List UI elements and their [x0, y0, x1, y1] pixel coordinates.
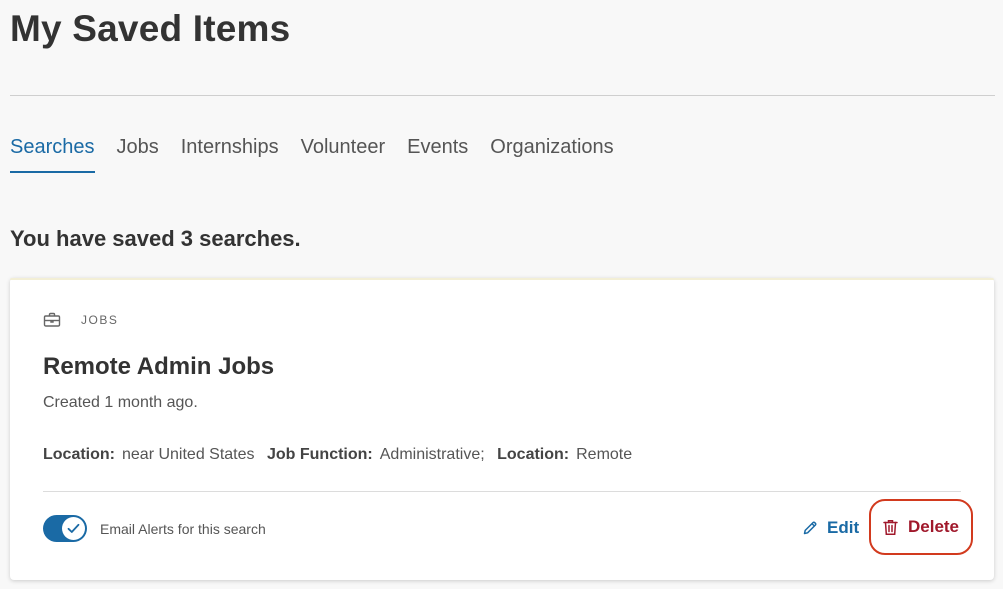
- page-title: My Saved Items: [10, 8, 291, 49]
- criteria-label: Location:: [497, 446, 570, 463]
- saved-searches-summary: You have saved 3 searches.: [10, 226, 301, 251]
- title-divider: [10, 95, 995, 96]
- tab-internships[interactable]: Internships: [181, 136, 279, 173]
- tab-events[interactable]: Events: [407, 136, 468, 173]
- saved-search-name: Remote Admin Jobs: [43, 353, 275, 380]
- criteria-label: Job Function:: [266, 446, 373, 463]
- card-divider: [43, 491, 961, 492]
- edit-label: Edit: [827, 518, 860, 537]
- delete-label: Delete: [907, 517, 960, 536]
- saved-items-tabs: Searches Jobs Internships Volunteer Even…: [10, 136, 636, 173]
- tab-volunteer[interactable]: Volunteer: [301, 136, 386, 173]
- search-criteria: Location: near United States Job Function…: [43, 446, 640, 464]
- tab-jobs[interactable]: Jobs: [117, 136, 159, 173]
- card-top-accent: [10, 278, 994, 280]
- criteria-value: near United States: [122, 446, 255, 463]
- edit-button[interactable]: Edit: [802, 518, 859, 538]
- delete-button[interactable]: Delete: [869, 499, 973, 555]
- email-alerts-toggle[interactable]: [43, 515, 87, 542]
- trash-icon: [883, 519, 898, 535]
- created-date: Created 1 month ago.: [43, 394, 198, 411]
- email-alerts-label: Email Alerts for this search: [100, 521, 266, 537]
- category-label: JOBS: [81, 313, 119, 327]
- briefcase-icon: [43, 312, 61, 328]
- criteria-label: Location:: [43, 446, 115, 463]
- saved-search-card: JOBS Remote Admin Jobs Created 1 month a…: [10, 278, 994, 580]
- checkmark-icon: [62, 517, 85, 540]
- criteria-value: Administrative;: [379, 446, 485, 463]
- tab-searches[interactable]: Searches: [10, 136, 95, 173]
- search-category: JOBS: [43, 312, 118, 328]
- tab-organizations[interactable]: Organizations: [490, 136, 613, 173]
- criteria-value: Remote: [576, 446, 633, 463]
- pencil-icon: [803, 521, 817, 535]
